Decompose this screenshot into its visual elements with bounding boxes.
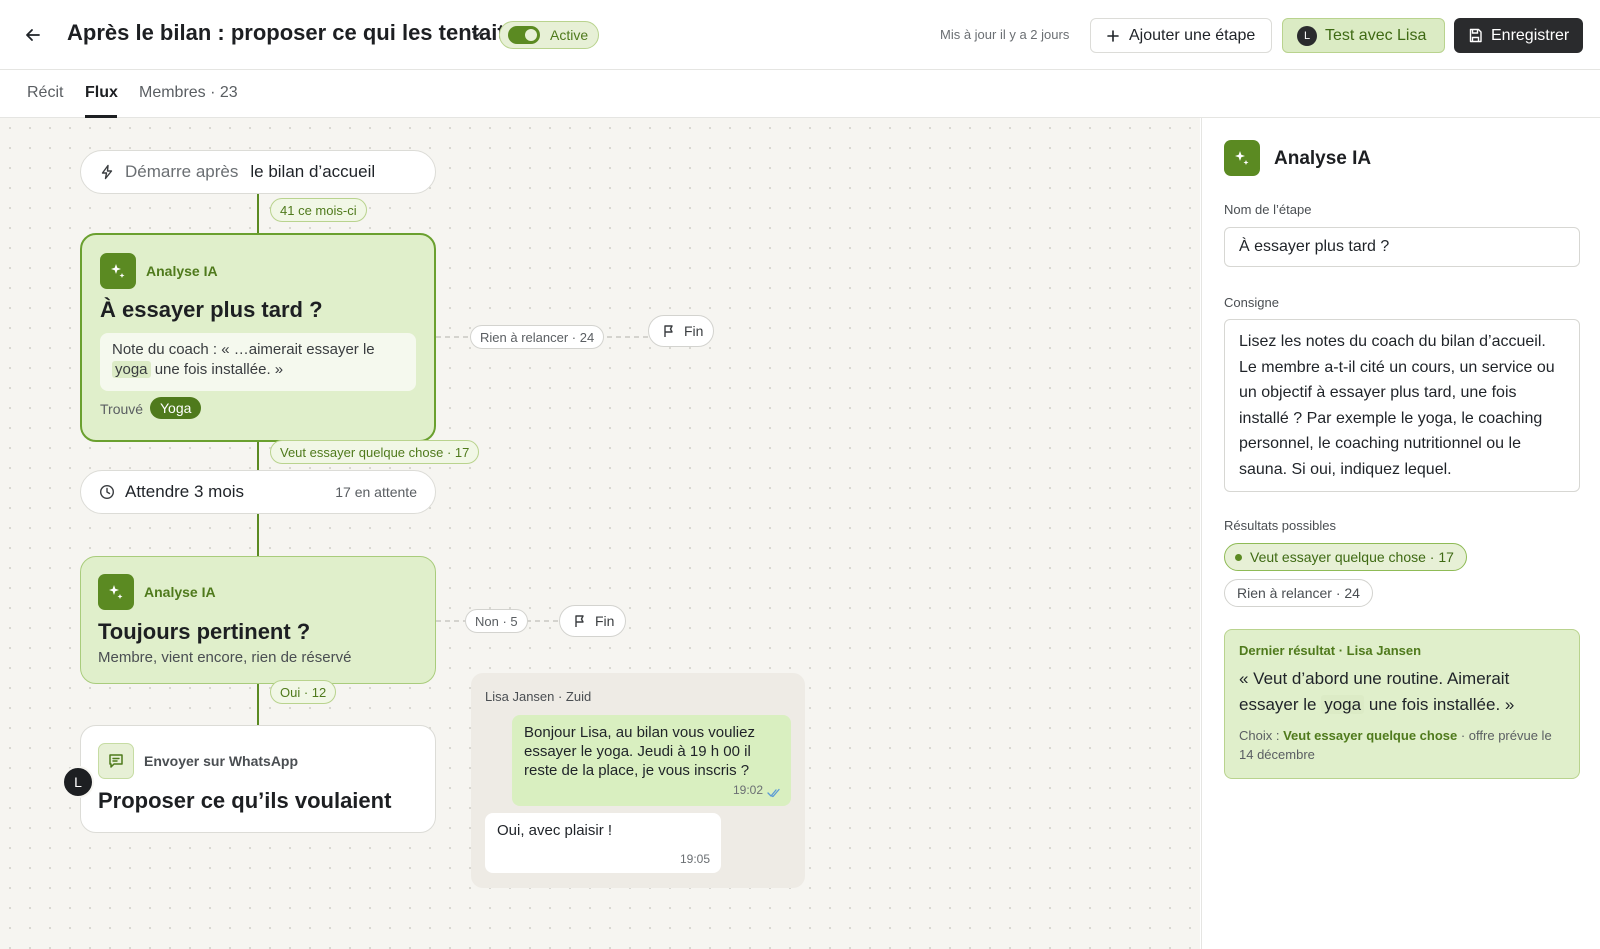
end-node[interactable]: Fin — [648, 315, 714, 347]
updated-timestamp: Mis à jour il y a 2 jours — [940, 27, 1070, 42]
header-bar: Après le bilan : proposer ce qui les ten… — [0, 0, 1600, 70]
sparkle-icon — [1235, 151, 1249, 165]
found-tag: Yoga — [150, 397, 202, 419]
prompt-label: Consigne — [1224, 295, 1279, 310]
chat-preview: Lisa Jansen · Zuid Bonjour Lisa, au bila… — [471, 673, 805, 888]
step-name-label: Nom de l’étape — [1224, 202, 1312, 217]
toggle-track — [508, 26, 540, 44]
status-label: Active — [550, 27, 589, 43]
tab-recit[interactable]: Récit — [27, 84, 63, 102]
result-label: Veut essayer quelque chose · 17 — [1250, 549, 1454, 565]
ai-tag: Analyse IA — [146, 263, 218, 279]
step-detail-panel: Analyse IA Nom de l’étape À essayer plus… — [1201, 118, 1600, 949]
avatar: L — [1297, 25, 1317, 46]
result-option-wants[interactable]: Veut essayer quelque chose · 17 — [1224, 543, 1467, 571]
chat-header: Lisa Jansen · Zuid — [485, 689, 592, 704]
last-result-header: Dernier résultat · Lisa Jansen — [1239, 643, 1422, 658]
lightning-icon — [101, 164, 113, 180]
toggle-knob — [525, 29, 537, 41]
ai-badge — [98, 574, 134, 610]
ai-badge — [1224, 140, 1260, 176]
node-title: Proposer ce qu’ils voulaient — [98, 788, 392, 813]
end-label: Fin — [595, 613, 615, 629]
last-result-choice: Choix : Veut essayer quelque chose · off… — [1239, 726, 1565, 764]
sparkle-icon — [111, 264, 125, 278]
whatsapp-tag: Envoyer sur WhatsApp — [144, 753, 299, 769]
last-result-quote: « Veut d’abord une routine. Aimerait ess… — [1239, 666, 1565, 718]
end-node[interactable]: Fin — [559, 605, 626, 637]
prompt-field[interactable]: Lisez les notes du coach du bilan d’accu… — [1224, 319, 1580, 492]
test-label: Test avec Lisa — [1325, 26, 1427, 44]
branch-nothing-pill: Rien à relancer · 24 — [470, 325, 605, 349]
result-option-nothing[interactable]: Rien à relancer · 24 — [1224, 579, 1373, 607]
tab-membres[interactable]: Membres · 23 — [139, 84, 238, 102]
start-trigger-node[interactable]: Démarre après le bilan d’accueil — [80, 150, 436, 194]
ai-badge — [100, 253, 136, 289]
flow-canvas[interactable]: Démarre après le bilan d’accueil 41 ce m… — [0, 118, 1200, 949]
branch-yes-pill: Oui · 12 — [270, 680, 337, 704]
tab-flux[interactable]: Flux — [85, 84, 118, 102]
start-label: Démarre après — [125, 162, 239, 181]
outgoing-text: Bonjour Lisa, au bilan vous vouliez essa… — [524, 724, 755, 779]
end-label: Fin — [684, 323, 704, 339]
outgoing-message: Bonjour Lisa, au bilan vous vouliez essa… — [512, 715, 791, 806]
wait-label: Attendre 3 mois — [125, 482, 245, 501]
choice-value: Veut essayer quelque chose — [1283, 728, 1458, 743]
plus-icon — [1105, 28, 1121, 44]
panel-title: Analyse IA — [1274, 148, 1372, 169]
selected-dot — [1235, 553, 1242, 561]
add-step-label: Ajouter une étape — [1129, 26, 1256, 44]
message-badge — [98, 743, 134, 779]
outgoing-time: 19:02 — [732, 783, 763, 797]
test-with-lisa-button[interactable]: L Test avec Lisa — [1282, 18, 1445, 53]
node-title: À essayer plus tard ? — [100, 297, 323, 322]
wait-node[interactable]: Attendre 3 mois 17 en attente — [80, 470, 436, 514]
results-label: Résultats possibles — [1224, 518, 1336, 533]
found-label: Trouvé — [100, 401, 144, 417]
node-title: Toujours pertinent ? — [98, 619, 311, 644]
coach-note: Note du coach : « …aimerait essayer le y… — [100, 333, 416, 391]
wait-count: 17 en attente — [335, 484, 417, 500]
start-value: le bilan d’accueil — [250, 162, 376, 181]
sparkle-icon — [109, 585, 123, 599]
save-label: Enregistrer — [1491, 26, 1570, 44]
save-icon — [1467, 28, 1483, 44]
ai-tag: Analyse IA — [144, 584, 216, 600]
page-title: Après le bilan : proposer ce qui les ten… — [67, 20, 505, 45]
arrow-left-icon — [26, 29, 40, 41]
quote-suffix: une fois installée. » — [1368, 695, 1515, 714]
back-button[interactable] — [20, 22, 46, 48]
message-icon — [109, 754, 123, 768]
whatsapp-message-node[interactable]: Envoyer sur WhatsApp Proposer ce qu’ils … — [80, 725, 436, 833]
note-highlight: yoga — [112, 361, 151, 378]
flag-icon — [662, 324, 676, 338]
save-button[interactable]: Enregistrer — [1454, 18, 1583, 53]
quote-highlight: yoga — [1321, 695, 1365, 714]
avatar[interactable]: L — [62, 766, 94, 798]
branch-wants-pill: Veut essayer quelque chose · 17 — [270, 440, 480, 464]
clock-icon — [99, 484, 115, 500]
node-subtitle: Membre, vient encore, rien de réservé — [98, 649, 352, 666]
note-prefix: Note du coach : « …aimerait essayer le — [112, 341, 375, 358]
result-label: Rien à relancer · 24 — [1237, 585, 1360, 601]
step-name-field[interactable]: À essayer plus tard ? — [1224, 227, 1580, 267]
ai-analysis-node-selected[interactable]: Analyse IA À essayer plus tard ? Note du… — [80, 233, 436, 442]
chevron-down-icon[interactable] — [469, 26, 485, 42]
add-step-button[interactable]: Ajouter une étape — [1090, 18, 1272, 53]
tab-bar: Récit Flux Membres · 23 — [0, 70, 1600, 118]
flag-icon — [573, 614, 587, 628]
last-result-card: Dernier résultat · Lisa Jansen « Veut d’… — [1224, 629, 1580, 779]
ai-analysis-node[interactable]: Analyse IA Toujours pertinent ? Membre, … — [80, 556, 436, 684]
note-suffix: une fois installée. » — [154, 361, 284, 378]
branch-no-pill: Non · 5 — [465, 609, 528, 633]
start-count-badge: 41 ce mois-ci — [270, 198, 367, 222]
incoming-time: 19:05 — [679, 852, 710, 866]
choice-prefix: Choix : — [1239, 728, 1280, 743]
incoming-message: Oui, avec plaisir ! 19:05 — [485, 813, 721, 873]
double-check-icon — [767, 788, 780, 798]
active-toggle[interactable]: Active — [499, 21, 599, 49]
incoming-text: Oui, avec plaisir ! — [497, 822, 613, 839]
